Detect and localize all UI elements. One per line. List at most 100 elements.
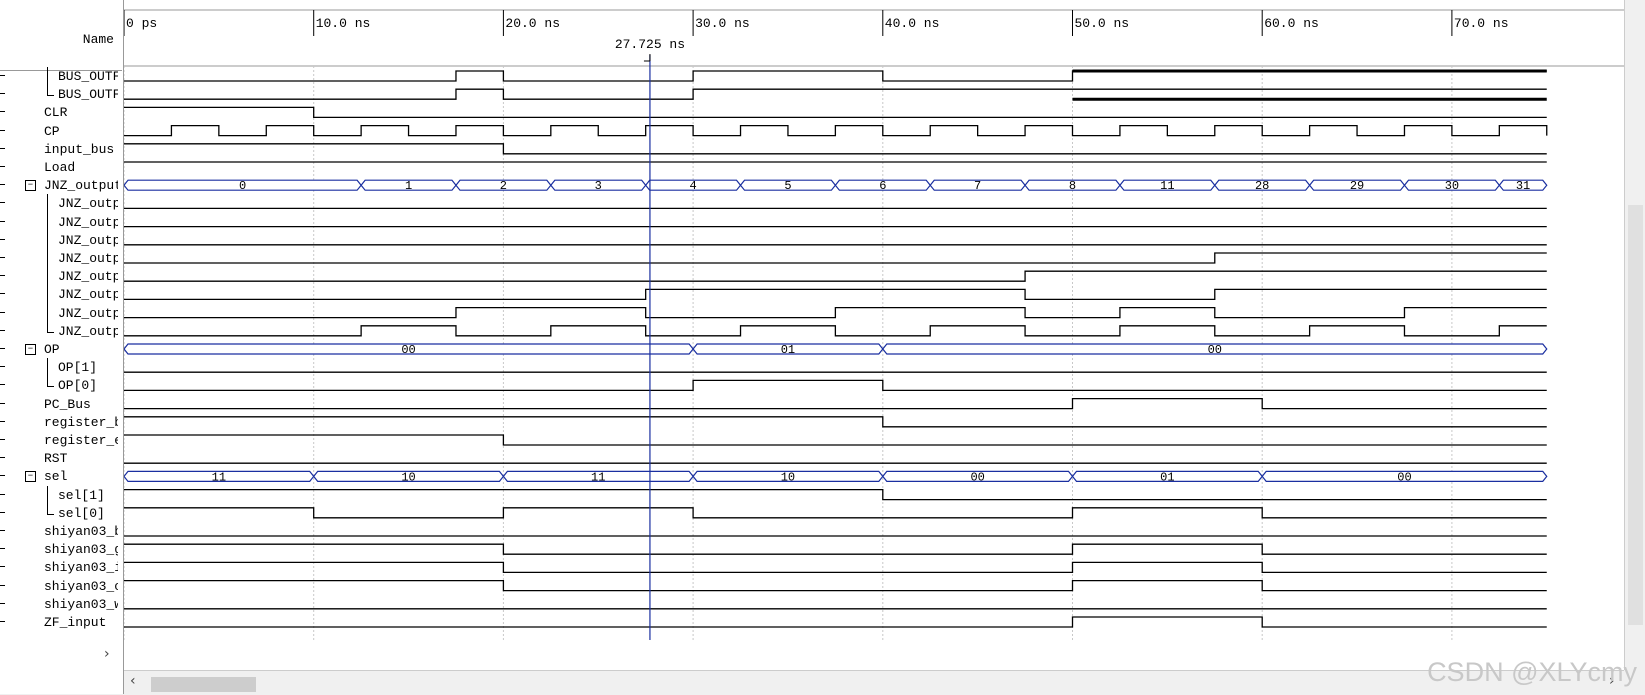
signal-row-sel[0][interactable]: sel[0] (0, 503, 122, 523)
signal-row-shiyan03_c[interactable]: shiyan03_c (0, 577, 122, 596)
signal-name: OP[1] (58, 360, 98, 376)
signal-row-JNZ_output[1][interactable]: JNZ_outp (0, 303, 122, 323)
time-tick-label: 50.0 ns (1075, 16, 1130, 31)
row-tick (0, 329, 5, 331)
waveform-area[interactable]: 0 ps 10.0 ns 20.0 ns 30.0 ns 40.0 ns 50.0 ns 6… (124, 0, 1624, 670)
waveform-canvas[interactable]: 0 ps 10.0 ns 20.0 ns 30.0 ns 40.0 ns 50.0 ns 6… (124, 0, 1624, 670)
bus-value: 0 (239, 179, 246, 193)
wave-JNZ_output[2] (124, 288, 1547, 301)
tree-branch-icon (47, 194, 54, 214)
bus-value: 2 (500, 179, 507, 193)
row-tick (0, 602, 5, 604)
tree-branch-icon (47, 321, 54, 333)
row-tick (0, 75, 5, 76)
signal-name: JNZ_outp (58, 323, 118, 339)
vertical-scroll-thumb[interactable] (1628, 205, 1643, 625)
signal-row-RST[interactable]: RST (0, 449, 122, 468)
row-tick (0, 548, 5, 550)
bus-value: 00 (401, 343, 415, 357)
signal-name: BUS_OUTF (58, 69, 118, 84)
tree-branch-icon (47, 212, 54, 232)
signal-row-OP[interactable]: − OP (0, 340, 122, 359)
signal-name: sel (44, 469, 68, 485)
signal-row-ZF_input[interactable]: ZF_input (0, 613, 122, 632)
tree-branch-icon (47, 503, 54, 515)
collapse-icon[interactable]: − (25, 180, 36, 192)
bus-value: 11 (591, 470, 605, 484)
row-tick (0, 111, 5, 113)
signal-row-register_en[interactable]: register_e (0, 431, 122, 450)
signal-row-shiyan03_g[interactable]: shiyan03_g (0, 540, 122, 559)
signal-row-PC_Bus[interactable]: PC_Bus (0, 395, 122, 414)
signal-name: register_e (44, 433, 118, 448)
signal-row-CLR[interactable]: CLR (0, 103, 122, 122)
wave-shiyan03_g (124, 543, 1547, 555)
row-tick (0, 621, 5, 622)
signal-name: shiyan03_g (44, 542, 118, 558)
row-tick (0, 439, 5, 440)
signal-row-shiyan03_w[interactable]: shiyan03_w (0, 595, 122, 614)
signal-row-sel[1][interactable]: sel[1] (0, 485, 122, 505)
bus-value: 8 (1069, 179, 1076, 193)
signal-row-input_bus[interactable]: input_bus (0, 140, 122, 159)
signal-row-shiyan03_b[interactable]: shiyan03_b (0, 522, 122, 541)
signal-name: OP[0] (58, 378, 98, 394)
bus-value: 11 (212, 470, 226, 484)
signal-name: shiyan03_c (44, 578, 118, 594)
collapse-icon[interactable]: − (25, 471, 36, 483)
signal-row-JNZ_output[2][interactable]: JNZ_outp (0, 285, 122, 305)
signal-row-register_bus[interactable]: register_b (0, 413, 122, 432)
row-tick (0, 511, 5, 513)
signal-row-JNZ_output[interactable]: − JNZ_output (0, 176, 122, 195)
row-tick (0, 293, 5, 295)
signal-name: BUS_OUTF (58, 87, 118, 103)
wave-JNZ_output[3] (124, 270, 1547, 282)
row-tick (0, 184, 5, 186)
signal-row-CP[interactable]: CP (0, 122, 122, 141)
bus-value: 00 (1208, 343, 1222, 357)
cursor-time-label: 27.725 ns (615, 37, 685, 52)
signal-name: Load (44, 160, 76, 175)
horizontal-scroll-thumb[interactable] (151, 677, 256, 692)
collapse-icon[interactable]: − (25, 344, 36, 355)
signal-name: JNZ_outp (58, 269, 118, 285)
signal-row-OP[0][interactable]: OP[0] (0, 376, 122, 395)
row-tick (0, 311, 5, 313)
scroll-left-icon[interactable]: ‹ (130, 673, 136, 689)
signal-row-OP[1][interactable]: OP[1] (0, 358, 122, 378)
row-tick (0, 584, 5, 586)
tree-branch-icon (47, 285, 54, 305)
tree-branch-icon (47, 376, 54, 388)
signal-name: shiyan03_i (44, 560, 118, 576)
wave-input_bus (124, 143, 1547, 155)
row-tick (0, 475, 5, 477)
row-tick (0, 166, 5, 167)
signal-row-shiyan03_i[interactable]: shiyan03_i (0, 558, 122, 577)
bus-value: 11 (1160, 179, 1174, 193)
signal-row-JNZ_output[7][interactable]: JNZ_outp (0, 194, 122, 214)
signal-row-JNZ_output[6][interactable]: JNZ_outp (0, 212, 122, 232)
bus-value: 10 (781, 470, 795, 484)
tree-branch-icon (47, 85, 54, 97)
bus-value: 5 (784, 179, 791, 193)
vertical-scrollbar[interactable] (1624, 0, 1645, 670)
wave-sel[1] (124, 488, 1547, 501)
signal-row-JNZ_output[3][interactable]: JNZ_outp (0, 267, 122, 287)
signal-name: JNZ_outp (58, 251, 118, 266)
signal-row-BUS_OUTPUT[0][interactable]: BUS_OUTF (0, 85, 122, 104)
signal-row-Load[interactable]: Load (0, 158, 122, 177)
signal-row-sel[interactable]: − sel (0, 467, 122, 486)
signal-row-JNZ_output[0][interactable]: JNZ_outp (0, 321, 122, 341)
signal-row-BUS_OUTPUT[1][interactable]: BUS_OUTF (0, 67, 122, 86)
name-column-header[interactable]: Name (0, 10, 122, 71)
signal-row-JNZ_output[5][interactable]: JNZ_outp (0, 230, 122, 250)
scroll-right-icon[interactable]: › (104, 646, 110, 662)
row-tick (0, 257, 5, 258)
signal-name: CP (44, 123, 60, 139)
tree-branch-icon (47, 267, 54, 287)
horizontal-scrollbar[interactable]: ‹ › (124, 670, 1624, 695)
signal-row-JNZ_output[4][interactable]: JNZ_outp (0, 249, 122, 268)
time-tick-label: 40.0 ns (885, 16, 940, 31)
signal-name: JNZ_output (44, 178, 118, 194)
tree-branch-icon (47, 67, 54, 86)
